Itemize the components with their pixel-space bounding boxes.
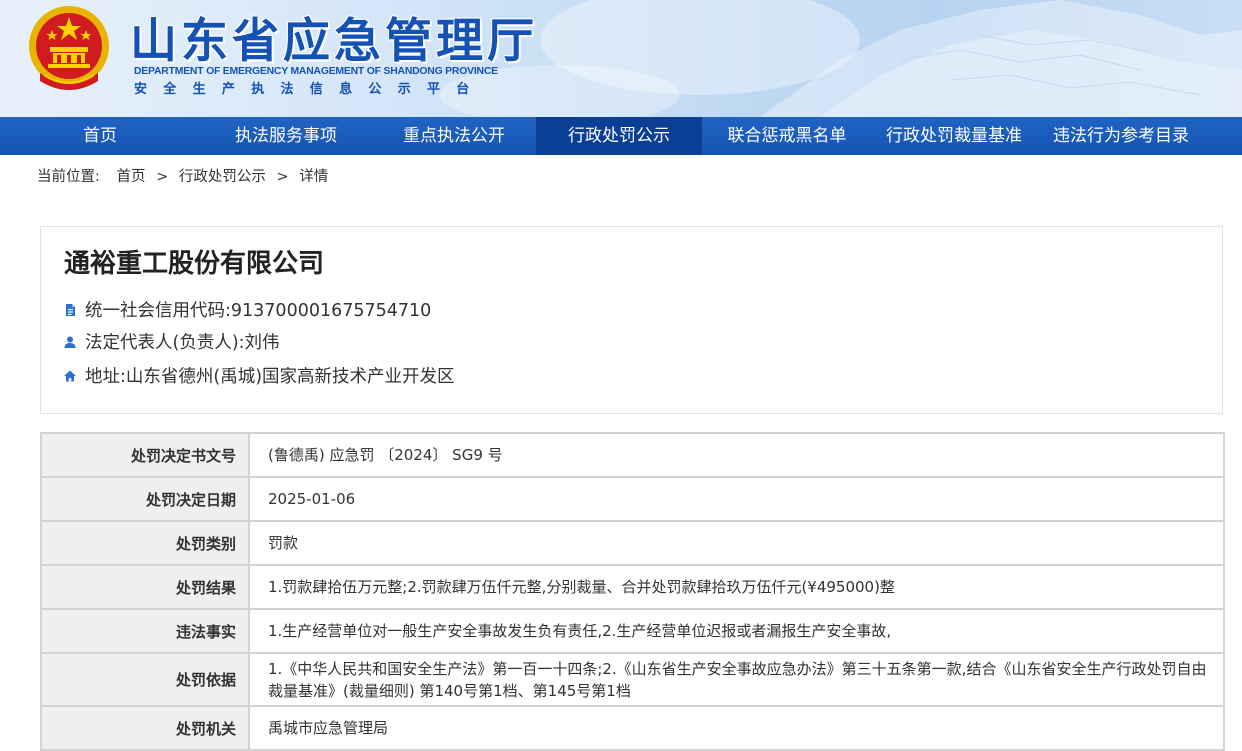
nav-item-penalty-standards[interactable]: 行政处罚裁量基准 [872,117,1036,155]
breadcrumb-current: 详情 [299,169,329,185]
nav-item-home[interactable]: 首页 [0,117,200,155]
penalty-authority-label: 处罚机关 [40,705,250,751]
table-row: 处罚类别 罚款 [40,520,1225,566]
nav-item-enforcement-services[interactable]: 执法服务事项 [200,117,372,155]
legal-representative-text: 法定代表人(负责人):刘伟 [85,333,280,353]
decision-number-label: 处罚决定书文号 [40,432,250,478]
breadcrumb-label: 当前位置: [37,169,100,185]
legal-representative-row: 法定代表人(负责人):刘伟 [63,330,280,356]
penalty-result-label: 处罚结果 [40,564,250,610]
decision-date-value: 2025-01-06 [248,476,1225,522]
penalty-detail-table: 处罚决定书文号 (鲁德禹) 应急罚 〔2024〕 SG9 号 处罚决定日期 20… [40,432,1225,751]
penalty-result-value: 1.罚款肆拾伍万元整;2.罚款肆万伍仟元整,分别裁量、合并处罚款肆拾玖万伍仟元(… [248,564,1225,610]
user-icon [64,336,76,348]
site-title: 山东省应急管理厅 [130,14,538,69]
legal-basis-value: 1.《中华人民共和国安全生产法》第一百一十四条;2.《山东省生产安全事故应急办法… [248,652,1225,707]
penalty-type-value: 罚款 [248,520,1225,566]
document-icon [66,304,75,316]
site-subtitle: 安全生产执法信息公示平台 [134,82,486,97]
breadcrumb-separator: > [156,169,169,185]
table-row: 违法事实 1.生产经营单位对一般生产安全事故发生负有责任,2.生产经营单位迟报或… [40,608,1225,654]
table-row: 处罚决定书文号 (鲁德禹) 应急罚 〔2024〕 SG9 号 [40,432,1225,478]
home-icon [64,370,76,382]
company-info-card: 通裕重工股份有限公司 统一社会信用代码:913700001675754710 法… [40,226,1223,414]
address-text: 地址:山东省德州(禹城)国家高新技术产业开发区 [85,367,455,387]
nav-item-blacklist[interactable]: 联合惩戒黑名单 [702,117,872,155]
site-banner: 山东省应急管理厅 DEPARTMENT OF EMERGENCY MANAGEM… [0,0,1242,117]
violation-facts-label: 违法事实 [40,608,250,654]
table-row: 处罚机关 禹城市应急管理局 [40,705,1225,751]
address-row: 地址:山东省德州(禹城)国家高新技术产业开发区 [63,364,455,390]
nav-item-administrative-penalty[interactable]: 行政处罚公示 [536,117,702,155]
credit-code-row: 统一社会信用代码:913700001675754710 [63,298,431,324]
breadcrumb-separator: > [276,169,289,185]
penalty-type-label: 处罚类别 [40,520,250,566]
legal-basis-label: 处罚依据 [40,652,250,707]
breadcrumb: 当前位置: 首页 > 行政处罚公示 > 详情 [37,166,328,188]
decision-date-label: 处罚决定日期 [40,476,250,522]
main-nav: 首页 执法服务事项 重点执法公开 行政处罚公示 联合惩戒黑名单 行政处罚裁量基准… [0,117,1242,155]
national-emblem-icon [29,6,109,90]
table-row: 处罚结果 1.罚款肆拾伍万元整;2.罚款肆万伍仟元整,分别裁量、合并处罚款肆拾玖… [40,564,1225,610]
site-title-english: DEPARTMENT OF EMERGENCY MANAGEMENT OF SH… [134,66,498,77]
nav-item-key-enforcement[interactable]: 重点执法公开 [372,117,536,155]
breadcrumb-penalty-link[interactable]: 行政处罚公示 [179,169,266,185]
penalty-authority-value: 禹城市应急管理局 [248,705,1225,751]
company-name: 通裕重工股份有限公司 [64,249,325,279]
table-row: 处罚依据 1.《中华人民共和国安全生产法》第一百一十四条;2.《山东省生产安全事… [40,652,1225,707]
violation-facts-value: 1.生产经营单位对一般生产安全事故发生负有责任,2.生产经营单位迟报或者漏报生产… [248,608,1225,654]
table-row: 处罚决定日期 2025-01-06 [40,476,1225,522]
decision-number-value: (鲁德禹) 应急罚 〔2024〕 SG9 号 [248,432,1225,478]
credit-code-text: 统一社会信用代码:913700001675754710 [85,301,432,321]
breadcrumb-home-link[interactable]: 首页 [117,169,146,185]
nav-item-violation-catalog[interactable]: 违法行为参考目录 [1036,117,1206,155]
